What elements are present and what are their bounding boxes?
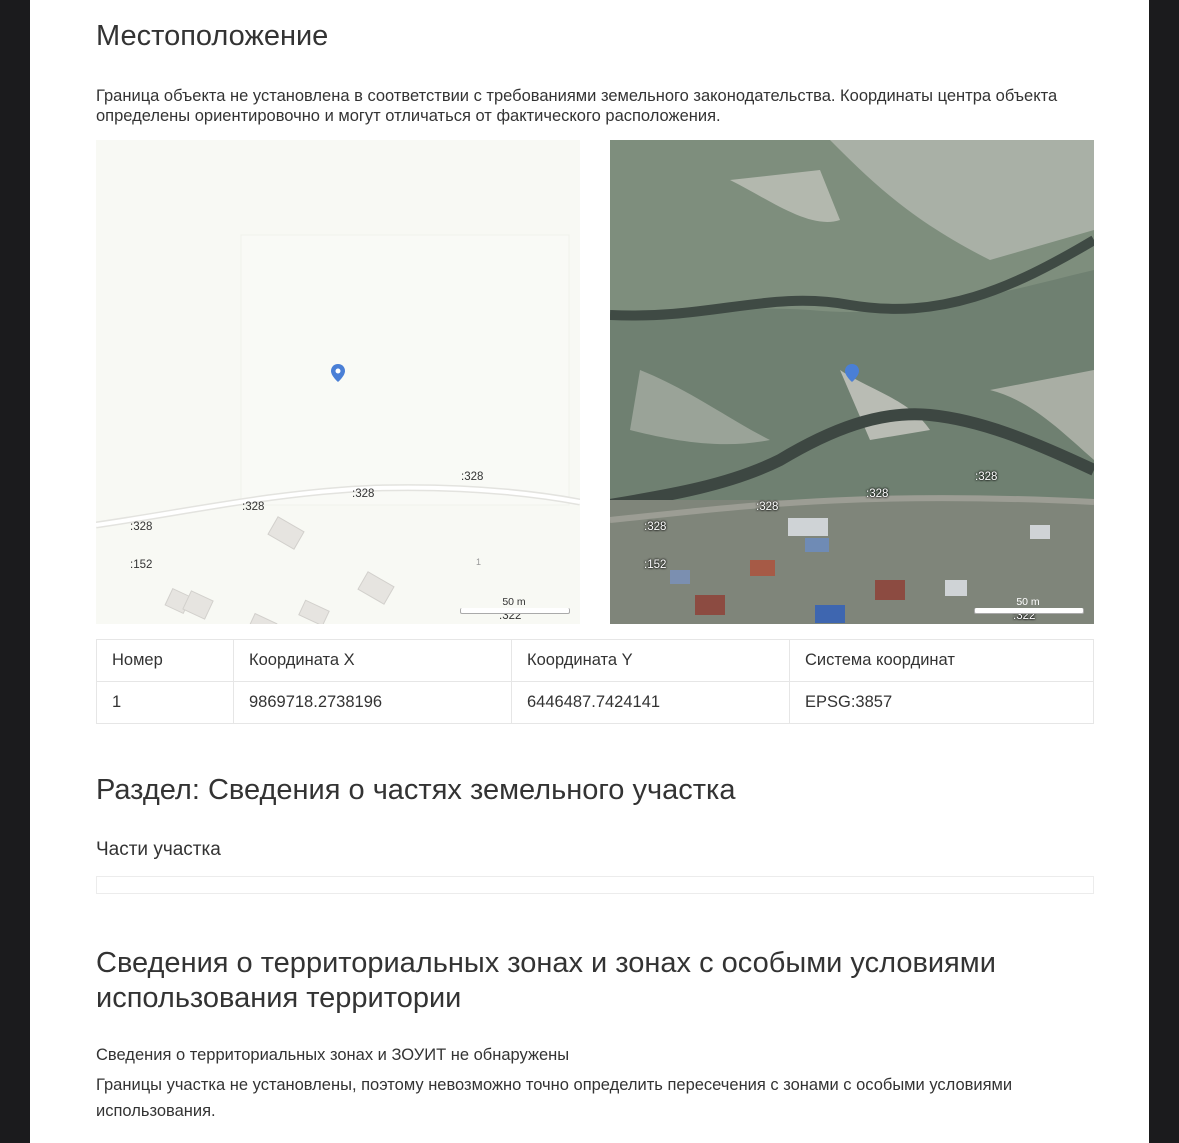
parts-subtitle: Части участка [96, 839, 221, 860]
table-cell: 9869718.2738196 [233, 681, 512, 724]
parcel-label: :152 [130, 559, 153, 571]
table-header-row: Номер Координата X Координата Y Система … [96, 639, 1094, 682]
parcel-label: :328 [756, 501, 779, 513]
parts-section-title: Раздел: Сведения о частях земельного уча… [96, 774, 736, 806]
table-row: 1 9869718.2738196 6446487.7424141 EPSG:3… [96, 681, 1094, 724]
scale-label: 50 m [502, 596, 526, 608]
coordinates-table: Номер Координата X Координата Y Система … [96, 639, 1094, 724]
parcel-label: :328 [461, 471, 484, 483]
table-cell: 6446487.7424141 [511, 681, 790, 724]
location-note: Граница объекта не установлена в соответ… [96, 87, 1058, 125]
scale-bar: 50 m [460, 596, 570, 624]
scale-bar: 50 m [974, 596, 1084, 624]
column-header: Координата Y [511, 639, 790, 682]
table-cell: EPSG:3857 [789, 681, 1094, 724]
zones-section-title: Сведения о территориальных зонах и зонах… [96, 947, 996, 1014]
parcel-label: :328 [130, 521, 153, 533]
zones-boundary-note: Границы участка не установлены, поэтому … [96, 1076, 1013, 1120]
zones-not-found-text: Сведения о территориальных зонах и ЗОУИТ… [96, 1046, 570, 1064]
parcel-label: :328 [242, 501, 265, 513]
scheme-map-canvas [96, 140, 580, 624]
scheme-map[interactable]: :328 :328 :328 :328 :152 1 :322 50 m [96, 140, 580, 624]
table-cell: 1 [96, 681, 234, 724]
parcel-label: :328 [975, 471, 998, 483]
parcel-number: 1 [476, 557, 482, 567]
parcel-label: :328 [866, 488, 889, 500]
column-header: Номер [96, 639, 234, 682]
parcel-label: :328 [644, 521, 667, 533]
satellite-map[interactable]: :328 :328 :328 :328 :152 :322 50 m [610, 140, 1094, 624]
location-title: Местоположение [96, 20, 329, 52]
parcel-label: :152 [644, 559, 667, 571]
parts-table-empty [96, 876, 1094, 894]
document-page: Местоположение Граница объекта не устано… [30, 0, 1149, 1143]
satellite-map-canvas [610, 140, 1094, 624]
column-header: Система координат [789, 639, 1094, 682]
parcel-label: :328 [352, 488, 375, 500]
scale-label: 50 m [1016, 596, 1040, 608]
column-header: Координата X [233, 639, 512, 682]
